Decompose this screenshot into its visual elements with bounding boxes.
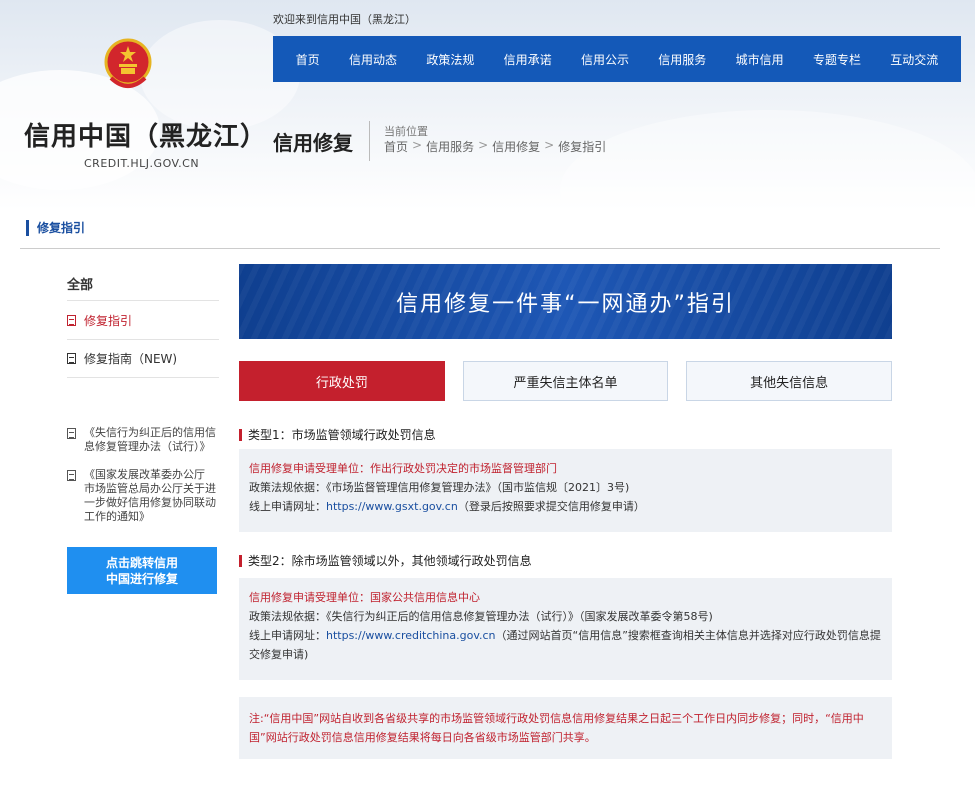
tab-serious-dishonesty-list[interactable]: 严重失信主体名单 [462, 361, 669, 401]
breadcrumb-home[interactable]: 首页 [384, 138, 408, 155]
divider [369, 121, 370, 161]
document-icon [67, 470, 76, 481]
section-title: 信用修复 [273, 131, 353, 155]
sidebar-link-text: 《失信行为纠正后的信用信息修复管理办法（试行）》 [84, 426, 216, 453]
type1-title: 类型1：市场监管领域行政处罚信息 [239, 426, 436, 443]
nav-item-city[interactable]: 城市信用 [732, 47, 788, 72]
page-heading: 修复指引 [26, 220, 85, 236]
type1-url-link[interactable]: https://www.gsxt.gov.cn [326, 500, 458, 513]
sidebar-item-label: 修复指引 [84, 313, 133, 328]
breadcrumb-separator: > [544, 138, 555, 152]
breadcrumb-current: 修复指引 [558, 140, 607, 154]
sidebar-item-repair-guide[interactable]: 修复指引 [67, 300, 219, 339]
type2-info-box: 信用修复申请受理单位：国家公共信用信息中心 政策法规依据：《失信行为纠正后的信用… [239, 578, 892, 680]
site-name[interactable]: 信用中国（黑龙江） [24, 116, 267, 153]
type2-url-line: 线上申请网址：https://www.creditchina.gov.cn（通过… [249, 626, 882, 664]
button-label-line2: 中国进行修复 [105, 571, 178, 586]
breadcrumb-repair[interactable]: 信用修复 [492, 138, 540, 155]
national-emblem-icon [104, 38, 152, 88]
breadcrumb-label: 当前位置 [384, 125, 428, 138]
url-label: 线上申请网址： [249, 500, 326, 513]
nav-item-interaction[interactable]: 互动交流 [886, 47, 942, 72]
sidebar-link-text: 《国家发展改革委办公厅 市场监管总局办公厅关于进一步做好信用修复协同联动工作的通… [84, 468, 216, 523]
sidebar-link-ndrc-notice[interactable]: 《国家发展改革委办公厅 市场监管总局办公厅关于进一步做好信用修复协同联动工作的通… [67, 468, 219, 524]
type1-basis: 政策法规依据：《市场监督管理信用修复管理办法》（国市监信规〔2021〕3号) [249, 481, 630, 494]
sidebar-all-label[interactable]: 全部 [67, 274, 93, 293]
nav-item-service[interactable]: 信用服务 [654, 47, 710, 72]
type1-unit: 信用修复申请受理单位：作出行政处罚决定的市场监督管理部门 [249, 462, 557, 475]
nav-item-topics[interactable]: 专题专栏 [809, 47, 865, 72]
breadcrumb: 首页 > 信用服务 > 信用修复 > 修复指引 [384, 138, 606, 155]
type2-title-text: 类型2：除市场监管领域以外，其他领域行政处罚信息 [248, 554, 532, 568]
divider [20, 248, 940, 249]
header-cloud [560, 110, 975, 210]
nav-item-news[interactable]: 信用动态 [345, 47, 401, 72]
site-header: 信用中国（黑龙江） CREDIT.HLJ.GOV.CN 欢迎来到信用中国（黑龙江… [0, 0, 975, 210]
breadcrumb-separator: > [412, 138, 423, 152]
nav-item-publicity[interactable]: 信用公示 [577, 47, 633, 72]
sidebar-menu: 修复指引 修复指南（NEW) [67, 300, 219, 378]
sidebar-item-label: 修复指南（NEW) [84, 352, 178, 366]
welcome-text: 欢迎来到信用中国（黑龙江） [273, 13, 416, 26]
note-box: 注:“信用中国”网站自收到各省级共享的市场监管领域行政处罚信息信用修复结果之日起… [239, 697, 892, 759]
sidebar-links: 《失信行为纠正后的信用信息修复管理办法（试行）》 《国家发展改革委办公厅 市场监… [67, 426, 219, 538]
document-icon [67, 314, 76, 326]
main-nav: 首页 信用动态 政策法规 信用承诺 信用公示 信用服务 城市信用 专题专栏 互动… [273, 36, 961, 82]
goto-creditchina-button[interactable]: 点击跳转信用 中国进行修复 [67, 547, 217, 594]
tab-bar: 行政处罚 严重失信主体名单 其他失信信息 [239, 361, 893, 401]
type1-title-text: 类型1：市场监管领域行政处罚信息 [248, 428, 436, 442]
type2-unit: 信用修复申请受理单位：国家公共信用信息中心 [249, 591, 480, 604]
tab-administrative-penalty[interactable]: 行政处罚 [239, 361, 445, 401]
breadcrumb-service[interactable]: 信用服务 [426, 138, 474, 155]
document-icon [67, 428, 76, 439]
banner-title: 信用修复一件事“一网通办”指引 [396, 291, 735, 317]
type2-title: 类型2：除市场监管领域以外，其他领域行政处罚信息 [239, 552, 532, 569]
type2-url-link[interactable]: https://www.creditchina.gov.cn [326, 629, 496, 642]
nav-item-home[interactable]: 首页 [292, 47, 324, 72]
button-label-line1: 点击跳转信用 [105, 555, 178, 570]
guide-banner: 信用修复一件事“一网通办”指引 [239, 264, 892, 339]
nav-item-policy[interactable]: 政策法规 [422, 47, 478, 72]
type2-basis: 政策法规依据：《失信行为纠正后的信用信息修复管理办法（试行）》（国家发展改革委令… [249, 610, 713, 623]
type1-url-line: 线上申请网址：https://www.gsxt.gov.cn（登录后按照要求提交… [249, 497, 882, 516]
sidebar-link-repair-measures[interactable]: 《失信行为纠正后的信用信息修复管理办法（试行）》 [67, 426, 219, 454]
document-icon [67, 353, 76, 364]
type1-info-box: 信用修复申请受理单位：作出行政处罚决定的市场监督管理部门 政策法规依据：《市场监… [239, 449, 892, 532]
sidebar-item-repair-manual[interactable]: 修复指南（NEW) [67, 339, 219, 378]
site-domain: CREDIT.HLJ.GOV.CN [84, 157, 200, 170]
url-note: （登录后按照要求提交信用修复申请） [457, 500, 645, 513]
breadcrumb-separator: > [478, 138, 489, 152]
tab-other-dishonesty-info[interactable]: 其他失信信息 [686, 361, 893, 401]
url-label: 线上申请网址： [249, 629, 326, 642]
nav-item-commitment[interactable]: 信用承诺 [500, 47, 556, 72]
